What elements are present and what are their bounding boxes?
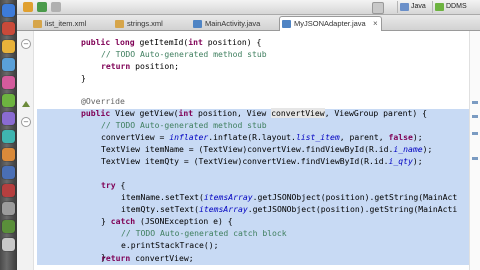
app-icon[interactable] xyxy=(2,112,15,125)
java-file-icon xyxy=(193,20,202,28)
app-icon[interactable] xyxy=(2,184,15,197)
code-line: return position; xyxy=(101,61,179,71)
application-dock xyxy=(0,0,17,270)
java-file-icon xyxy=(282,20,291,28)
fold-toggle-icon[interactable]: − xyxy=(21,39,31,49)
code-line: return convertView; xyxy=(101,253,194,263)
vertical-ruler: − − xyxy=(17,31,34,270)
ddms-perspective-icon xyxy=(435,3,444,11)
code-line: } catch (JSONException e) { xyxy=(101,216,233,226)
app-icon[interactable] xyxy=(2,202,15,215)
app-icon[interactable] xyxy=(2,94,15,107)
tab-label: strings.xml xyxy=(127,19,163,28)
code-line: public long getItemId(int position) { xyxy=(81,37,262,47)
xml-file-icon xyxy=(33,20,42,28)
code-line: e.printStackTrace(); xyxy=(121,240,219,250)
overview-ruler[interactable] xyxy=(469,31,480,270)
xml-file-icon xyxy=(115,20,124,28)
tab-strings-xml[interactable]: strings.xml xyxy=(113,17,163,30)
tab-label: list_item.xml xyxy=(45,19,87,28)
code-line: } xyxy=(81,73,86,83)
app-icon[interactable] xyxy=(2,76,15,89)
close-tab-icon[interactable]: × xyxy=(373,17,378,30)
app-icon[interactable] xyxy=(2,130,15,143)
code-line: itemName.setText(itemsArray.getJSONObjec… xyxy=(121,192,458,202)
app-icon[interactable] xyxy=(2,40,15,53)
perspective-ddms[interactable]: DDMS xyxy=(432,1,470,13)
perspective-java[interactable]: Java xyxy=(397,1,429,13)
code-lines: public long getItemId(int position) { //… xyxy=(37,31,480,270)
code-line: TextView itemQty = (TextView)convertView… xyxy=(101,156,423,166)
overview-mark[interactable] xyxy=(472,157,478,160)
overview-mark[interactable] xyxy=(472,101,478,104)
toolbar-button-icon[interactable] xyxy=(23,2,33,12)
tab-main-activity-java[interactable]: MainActivity.java xyxy=(191,17,260,30)
app-icon[interactable] xyxy=(2,148,15,161)
toolbar-button-icon[interactable] xyxy=(37,2,47,12)
tab-label: MyJSONAdapter.java xyxy=(294,19,366,28)
finder-icon[interactable] xyxy=(2,4,15,17)
perspective-label: Java xyxy=(411,3,426,10)
perspective-label: DDMS xyxy=(446,3,467,10)
app-icon[interactable] xyxy=(2,166,15,179)
code-comment: // TODO Auto-generated catch block xyxy=(121,228,287,238)
code-line: convertView = inflater.inflate(R.layout.… xyxy=(101,132,423,142)
editor-tab-bar: list_item.xml strings.xml MainActivity.j… xyxy=(17,15,480,31)
app-icon[interactable] xyxy=(2,58,15,71)
code-annotation: @Override xyxy=(81,96,125,106)
tab-my-json-adapter-java[interactable]: MyJSONAdapter.java × xyxy=(279,16,382,31)
trash-icon[interactable] xyxy=(2,238,15,251)
code-comment: // TODO Auto-generated method stub xyxy=(101,49,267,59)
code-line: public View getView(int position, View c… xyxy=(81,108,428,118)
app-icon[interactable] xyxy=(2,22,15,35)
code-line: TextView itemName = (TextView)convertVie… xyxy=(101,144,433,154)
fold-toggle-icon[interactable]: − xyxy=(21,117,31,127)
app-icon[interactable] xyxy=(2,220,15,233)
toolbar: Java DDMS xyxy=(17,0,480,15)
toolbar-button-icon[interactable] xyxy=(51,2,61,12)
code-line: itemQty.setText(itemsArray.getJSONObject… xyxy=(121,204,458,214)
overview-mark[interactable] xyxy=(472,115,478,118)
java-perspective-icon xyxy=(400,3,409,11)
code-comment: // TODO Auto-generated method stub xyxy=(101,120,267,130)
open-perspective-icon[interactable] xyxy=(372,2,384,14)
tab-list-item-xml[interactable]: list_item.xml xyxy=(31,17,86,30)
code-editor[interactable]: − − public long getItemId(int position) … xyxy=(17,31,480,270)
tab-label: MainActivity.java xyxy=(205,19,261,28)
overview-mark[interactable] xyxy=(472,132,478,135)
override-marker-icon[interactable] xyxy=(22,101,30,107)
code-line: try { xyxy=(101,180,126,190)
